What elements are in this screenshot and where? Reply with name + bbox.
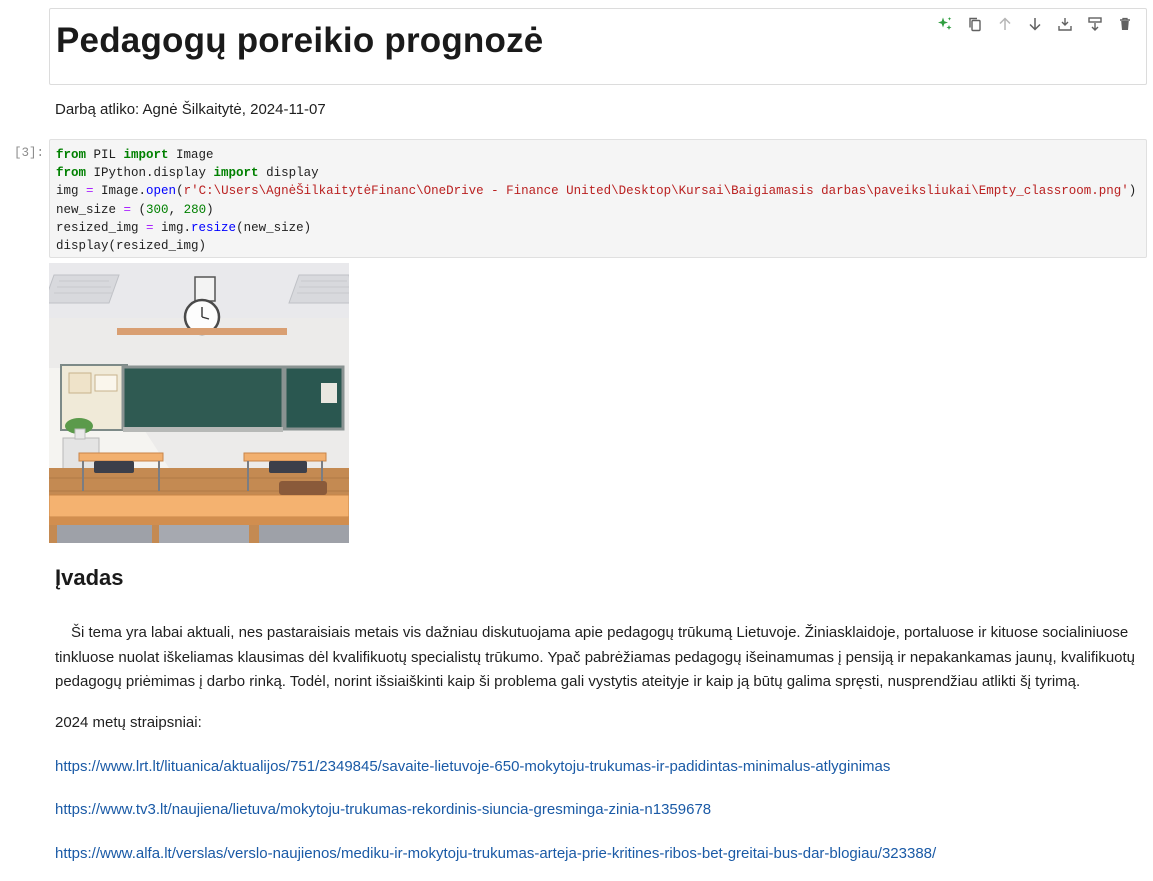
code-line: display(resized_img) [56, 239, 207, 254]
move-up-button[interactable] [990, 13, 1020, 35]
article-link[interactable]: https://www.tv3.lt/naujiena/lietuva/moky… [55, 800, 711, 820]
code-cell[interactable]: from PIL import Image from IPython.displ… [49, 139, 1147, 258]
insert-above-icon [1058, 18, 1072, 31]
code-line: from IPython.display import display [56, 166, 319, 181]
articles-label: 2024 metų straipsniai: [55, 714, 202, 731]
delete-cell-button[interactable] [1110, 13, 1140, 35]
title-markdown-cell[interactable]: Pedagogų poreikio prognozė [49, 8, 1147, 85]
duplicate-icon [969, 17, 981, 32]
cell-toolbar [930, 13, 1140, 35]
section-heading: Įvadas [55, 565, 124, 590]
notebook-page: Pedagogų poreikio prognozė Darbą atliko:… [0, 0, 1153, 881]
classroom-image-output [49, 263, 349, 543]
article-link[interactable]: https://www.alfa.lt/verslas/verslo-nauji… [55, 844, 936, 864]
author-line: Darbą atliko: Agnė Šilkaitytė, 2024-11-0… [55, 101, 326, 118]
sparkle-icon [938, 17, 952, 30]
delete-icon [1120, 17, 1130, 30]
sparkle-button[interactable] [930, 13, 960, 35]
notebook-title: Pedagogų poreikio prognozė [56, 21, 544, 60]
insert-above-button[interactable] [1050, 13, 1080, 35]
move-down-icon [1029, 18, 1041, 31]
code-line: from PIL import Image [56, 148, 214, 162]
article-link[interactable]: https://www.lrt.lt/lituanica/aktualijos/… [55, 757, 890, 777]
intro-paragraph: Ši tema yra labai aktuali, nes pastarais… [55, 624, 1136, 690]
code-line: new_size = (300, 280) [56, 202, 214, 217]
execution-prompt: [3]: [14, 146, 45, 160]
insert-below-button[interactable] [1080, 13, 1110, 35]
insert-below-icon [1088, 17, 1102, 31]
code-editor[interactable]: from PIL import Image from IPython.displ… [56, 146, 1140, 255]
duplicate-cell-button[interactable] [960, 13, 990, 35]
code-line: img = Image.open(r'C:\Users\AgnėŠilkaity… [56, 184, 1137, 199]
move-down-button[interactable] [1020, 13, 1050, 35]
move-up-icon [999, 17, 1011, 30]
code-line: resized_img = img.resize(new_size) [56, 220, 312, 235]
